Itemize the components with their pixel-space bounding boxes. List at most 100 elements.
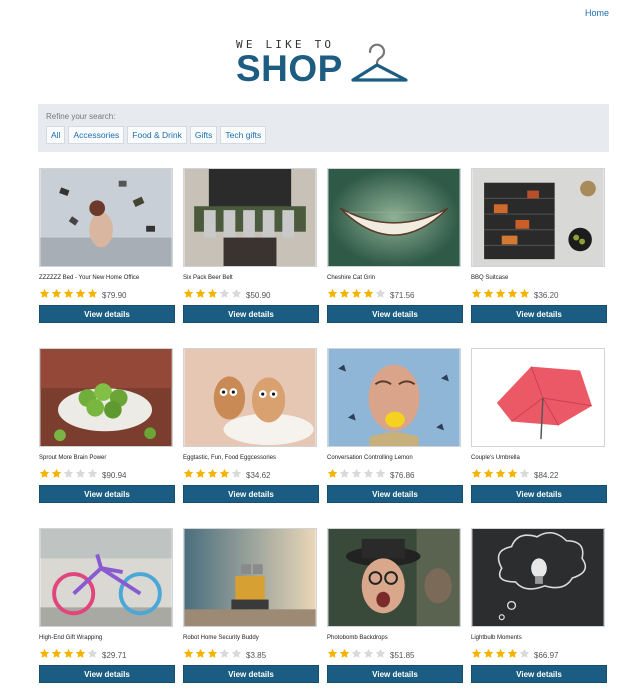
shop-logo[interactable]: WE LIKE TO SHOP [236,34,416,94]
product-name[interactable]: Cheshire Cat Grin [327,275,375,281]
star-icon [231,466,243,484]
star-icon [75,286,87,304]
star-icon [519,466,531,484]
product-rating: $51.85 [327,646,414,664]
star-icon [207,286,219,304]
product-price: $51.85 [390,650,415,660]
view-details-button[interactable]: View details [39,305,175,323]
product-price: $34.62 [246,470,271,480]
star-icon [363,466,375,484]
star-icon [87,646,99,664]
star-icon [519,646,531,664]
filter-tech-gifts[interactable]: Tech gifts [220,126,267,144]
star-icon [183,466,195,484]
star-icon [507,466,519,484]
red-umbrella-image[interactable] [471,348,605,447]
product-grid: ZZZZZZ Bed - Your New Home Office $79.90 V… [38,167,610,699]
star-icon [351,286,363,304]
lightbulb-chalk-image[interactable] [471,528,605,627]
view-details-button[interactable]: View details [327,665,463,683]
product-name[interactable]: Eggtastic, Fun, Food Eggcessories [183,455,276,461]
product-name[interactable]: Lightbulb Moments [471,635,522,641]
product-name[interactable]: Conversation Controlling Lemon [327,455,413,461]
view-details-button[interactable]: View details [471,665,607,683]
product-price: $66.97 [534,650,559,660]
bbq-grill-image[interactable] [471,168,605,267]
product-name[interactable]: ZZZZZZ Bed - Your New Home Office [39,275,139,281]
product-price: $84.22 [534,470,559,480]
home-link[interactable]: Home [585,8,609,18]
product-card: Six Pack Beer Belt $50.90 View details [182,167,319,347]
photobomb-image[interactable] [327,528,461,627]
star-icon [219,286,231,304]
star-icon [87,466,99,484]
view-details-button[interactable]: View details [471,305,607,323]
filter-gifts[interactable]: Gifts [189,126,218,144]
view-details-button[interactable]: View details [183,305,319,323]
star-icon [495,646,507,664]
eggs-image[interactable] [183,348,317,447]
product-card: Cheshire Cat Grin $71.56 View details [326,167,463,347]
star-icon [483,466,495,484]
product-card: ZZZZZZ Bed - Your New Home Office $79.90 V… [38,167,175,347]
star-icon [183,286,195,304]
star-icon [195,466,207,484]
view-details-button[interactable]: View details [471,485,607,503]
product-name[interactable]: High-End Gift Wrapping [39,635,102,641]
filter-food-drink[interactable]: Food & Drink [127,126,187,144]
star-icon [471,646,483,664]
star-icon [471,286,483,304]
star-icon [75,646,87,664]
filter-all[interactable]: All [46,126,66,144]
product-rating: $79.90 [39,286,126,304]
refine-label: Refine your search: [46,112,116,121]
star-icon [375,286,387,304]
hanger-icon [351,43,408,82]
product-price: $3.85 [246,650,267,660]
star-icon [183,646,195,664]
view-details-button[interactable]: View details [327,485,463,503]
star-icon [483,646,495,664]
refine-search-panel: Refine your search: All Accessories Food… [38,104,609,152]
star-icon [195,286,207,304]
lemon-mouth-image[interactable] [327,348,461,447]
product-price: $71.56 [390,290,415,300]
product-card: BBQ Suitcase $36.20 View details [470,167,607,347]
product-price: $79.90 [102,290,127,300]
star-icon [63,646,75,664]
star-icon [51,286,63,304]
star-icon [351,466,363,484]
product-card: Lightbulb Moments $66.97 View details [470,527,607,699]
product-name[interactable]: Robot Home Security Buddy [183,635,259,641]
product-name[interactable]: Couple's Umbrella [471,455,520,461]
view-details-button[interactable]: View details [183,485,319,503]
view-details-button[interactable]: View details [39,665,175,683]
star-icon [375,466,387,484]
star-icon [39,466,51,484]
star-icon [207,646,219,664]
filter-list: All Accessories Food & Drink Gifts Tech … [46,126,267,144]
view-details-button[interactable]: View details [39,485,175,503]
product-price: $50.90 [246,290,271,300]
product-name[interactable]: Photobomb Backdrops [327,635,388,641]
star-icon [195,646,207,664]
floating-books-image[interactable] [39,168,173,267]
product-rating: $90.94 [39,466,126,484]
robot-toy-image[interactable] [183,528,317,627]
knitted-bicycle-image[interactable] [39,528,173,627]
star-icon [495,286,507,304]
product-name[interactable]: Sprout More Brain Power [39,455,106,461]
grin-image[interactable] [327,168,461,267]
product-price: $36.20 [534,290,559,300]
product-name[interactable]: Six Pack Beer Belt [183,275,233,281]
view-details-button[interactable]: View details [183,665,319,683]
star-icon [231,286,243,304]
beer-belt-image[interactable] [183,168,317,267]
sprouts-image[interactable] [39,348,173,447]
product-name[interactable]: BBQ Suitcase [471,275,508,281]
star-icon [231,646,243,664]
view-details-button[interactable]: View details [327,305,463,323]
filter-accessories[interactable]: Accessories [68,126,125,144]
star-icon [471,466,483,484]
product-card: Eggtastic, Fun, Food Eggcessories $34.62 V… [182,347,319,527]
